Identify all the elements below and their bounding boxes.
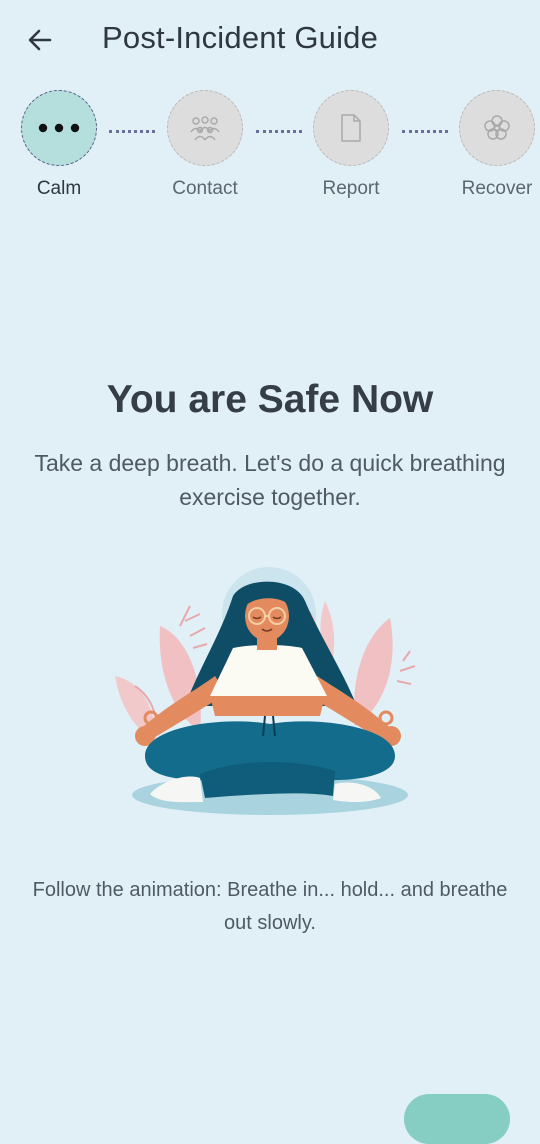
safe-heading: You are Safe Now [106, 378, 434, 421]
step-connector [109, 130, 155, 133]
step-connector [402, 130, 448, 133]
step-calm-label: Calm [36, 178, 82, 199]
app-header: Post-Incident Guide [0, 0, 540, 80]
step-connector [256, 130, 302, 133]
page-title: Post-Incident Guide [102, 20, 379, 55]
back-button[interactable] [20, 22, 60, 58]
step-calm-circle [21, 90, 97, 166]
step-recover-label: Recover [461, 178, 533, 199]
step-contact-circle [167, 90, 243, 166]
flower-icon [484, 115, 510, 140]
meditation-illustration [105, 566, 425, 826]
step-contact-label: Contact [172, 178, 238, 199]
step-recover[interactable]: Recover [447, 90, 540, 200]
next-button[interactable] [404, 1094, 510, 1144]
breathing-intro-text: Take a deep breath. Let's do a quick bre… [34, 450, 506, 510]
step-contact[interactable]: Contact [155, 90, 255, 200]
step-report-circle [313, 90, 389, 166]
breathing-instruction: Follow the animation: Breathe in... hold… [32, 879, 508, 934]
step-calm[interactable]: Calm [9, 90, 109, 200]
step-recover-circle [459, 90, 535, 166]
step-report[interactable]: Report [301, 90, 401, 200]
document-icon [341, 114, 361, 142]
dots-icon [38, 123, 80, 133]
arrow-left-icon [28, 29, 52, 51]
people-icon [190, 116, 220, 141]
progress-stepper: Calm Contact Report Recover [0, 90, 540, 220]
step-report-label: Report [322, 178, 380, 199]
